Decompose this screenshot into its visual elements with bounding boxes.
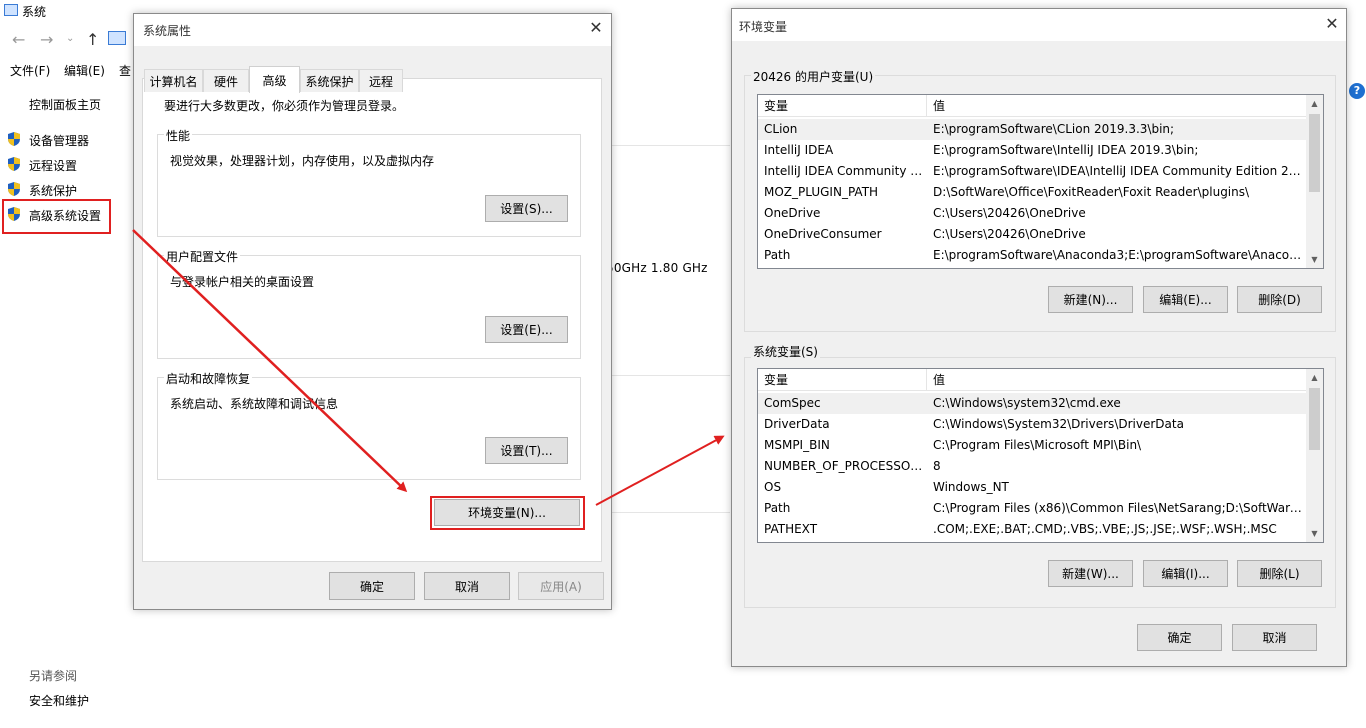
user-edit-button[interactable]: 编辑(E)... <box>1143 286 1228 313</box>
variable-value: D:\SoftWare\Office\FoxitReader\Foxit Rea… <box>933 185 1250 199</box>
variable-name: NUMBER_OF_PROCESSORS <box>764 459 926 473</box>
variable-name: ComSpec <box>764 396 821 410</box>
variable-value: C:\Users\20426\OneDrive <box>933 227 1086 241</box>
list-item[interactable]: OneDriveConsumer C:\Users\20426\OneDrive <box>758 224 1306 245</box>
environment-variables-dialog: 环境变量 ✕ 20426 的用户变量(U) 变量 值 CLion E:\prog… <box>731 8 1347 667</box>
column-header-variable[interactable]: 变量 <box>758 95 788 117</box>
list-item[interactable]: DriverData C:\Windows\System32\Drivers\D… <box>758 414 1306 435</box>
user-variables-label: 20426 的用户变量(U) <box>751 68 876 85</box>
variable-value: C:\Program Files\Microsoft MPI\Bin\ <box>933 438 1142 452</box>
dialog-title: 环境变量 <box>739 20 788 34</box>
list-item[interactable]: NUMBER_OF_PROCESSORS 8 <box>758 456 1306 477</box>
variable-name: OneDrive <box>764 206 821 220</box>
variable-name: IntelliJ IDEA <box>764 143 834 157</box>
variable-name: Path <box>764 248 791 262</box>
close-icon[interactable]: ✕ <box>1322 16 1342 36</box>
list-item[interactable]: OS Windows_NT <box>758 477 1306 498</box>
scroll-down-icon[interactable]: ▼ <box>1306 525 1323 542</box>
dialog-titlebar <box>732 9 1346 41</box>
list-item[interactable]: MOZ_PLUGIN_PATH D:\SoftWare\Office\Foxit… <box>758 182 1306 203</box>
system-edit-button[interactable]: 编辑(I)... <box>1143 560 1228 587</box>
list-item[interactable]: OneDrive C:\Users\20426\OneDrive <box>758 203 1306 224</box>
variable-value: .COM;.EXE;.BAT;.CMD;.VBS;.VBE;.JS;.JSE;.… <box>933 522 1277 536</box>
list-item[interactable]: PATHEXT .COM;.EXE;.BAT;.CMD;.VBS;.VBE;.J… <box>758 519 1306 540</box>
variable-value: C:\Windows\system32\cmd.exe <box>933 396 1121 410</box>
column-header-value[interactable]: 值 <box>927 369 945 391</box>
column-header-value[interactable]: 值 <box>927 95 945 117</box>
scroll-thumb[interactable] <box>1309 388 1320 450</box>
variable-value: Windows_NT <box>933 480 1009 494</box>
scroll-up-icon[interactable]: ▲ <box>1306 95 1323 112</box>
cancel-button[interactable]: 取消 <box>1232 624 1317 651</box>
variable-name: IntelliJ IDEA Community E... <box>764 164 926 178</box>
list-item[interactable]: MSMPI_BIN C:\Program Files\Microsoft MPI… <box>758 435 1306 456</box>
variable-name: PATHEXT <box>764 522 818 536</box>
vertical-scrollbar[interactable]: ▲ ▼ <box>1306 369 1323 542</box>
list-header: 变量 值 <box>758 95 1306 117</box>
column-header-variable[interactable]: 变量 <box>758 369 788 391</box>
list-header: 变量 值 <box>758 369 1306 391</box>
user-new-button[interactable]: 新建(N)... <box>1048 286 1133 313</box>
variable-value: 8 <box>933 459 941 473</box>
user-delete-button[interactable]: 删除(D) <box>1237 286 1322 313</box>
variable-value: E:\programSoftware\IntelliJ IDEA 2019.3\… <box>933 143 1199 157</box>
variable-name: MOZ_PLUGIN_PATH <box>764 185 879 199</box>
scroll-down-icon[interactable]: ▼ <box>1306 251 1323 268</box>
variable-name: OneDriveConsumer <box>764 227 882 241</box>
arrow-to-env-button <box>132 229 408 493</box>
system-variables-label: 系统变量(S) <box>751 343 820 360</box>
scroll-up-icon[interactable]: ▲ <box>1306 369 1323 386</box>
system-variables-list[interactable]: 变量 值 ComSpec C:\Windows\system32\cmd.exe… <box>757 368 1324 543</box>
variable-name: CLion <box>764 122 798 136</box>
variable-value: C:\Users\20426\OneDrive <box>933 206 1086 220</box>
variable-name: OS <box>764 480 782 494</box>
scroll-thumb[interactable] <box>1309 114 1320 192</box>
list-item[interactable]: Path C:\Program Files (x86)\Common Files… <box>758 498 1306 519</box>
ok-button[interactable]: 确定 <box>1137 624 1222 651</box>
system-delete-button[interactable]: 删除(L) <box>1237 560 1322 587</box>
variable-name: Path <box>764 501 791 515</box>
vertical-scrollbar[interactable]: ▲ ▼ <box>1306 95 1323 268</box>
variable-name: MSMPI_BIN <box>764 438 830 452</box>
variable-name: DriverData <box>764 417 830 431</box>
arrow-to-env-dialog <box>595 435 725 506</box>
list-item[interactable]: IntelliJ IDEA E:\programSoftware\Intelli… <box>758 140 1306 161</box>
variable-value: E:\programSoftware\Anaconda3;E:\programS… <box>933 248 1305 262</box>
variable-value: C:\Program Files (x86)\Common Files\NetS… <box>933 501 1305 515</box>
list-item[interactable]: CLion E:\programSoftware\CLion 2019.3.3\… <box>758 119 1306 140</box>
variable-value: E:\programSoftware\IDEA\IntelliJ IDEA Co… <box>933 164 1305 178</box>
variable-value: C:\Windows\System32\Drivers\DriverData <box>933 417 1184 431</box>
system-new-button[interactable]: 新建(W)... <box>1048 560 1133 587</box>
user-variables-list[interactable]: 变量 值 CLion E:\programSoftware\CLion 2019… <box>757 94 1324 269</box>
list-item[interactable]: IntelliJ IDEA Community E... E:\programS… <box>758 161 1306 182</box>
variable-value: E:\programSoftware\CLion 2019.3.3\bin; <box>933 122 1175 136</box>
list-item[interactable]: Path E:\programSoftware\Anaconda3;E:\pro… <box>758 245 1306 266</box>
list-item[interactable]: ComSpec C:\Windows\system32\cmd.exe <box>758 393 1306 414</box>
